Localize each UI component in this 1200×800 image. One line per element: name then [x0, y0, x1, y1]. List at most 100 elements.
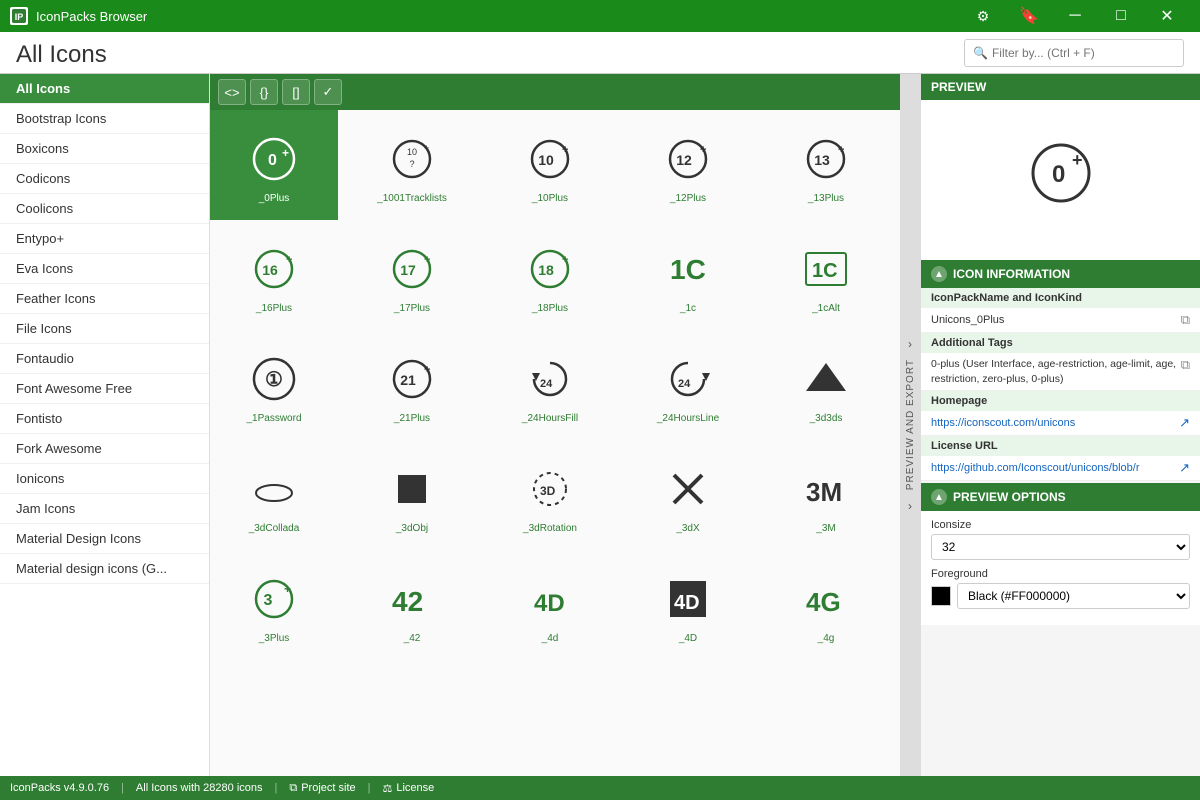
minimize-button[interactable]: ─	[1052, 0, 1098, 32]
icon-cell-3drotation[interactable]: 3D _3dRotation	[486, 440, 614, 550]
icon-cell-1password[interactable]: ① _1Password	[210, 330, 338, 440]
foreground-select[interactable]: Black (#FF000000)	[957, 583, 1190, 609]
sidebar-item-bootstrap[interactable]: Bootstrap Icons	[0, 104, 209, 134]
sidebar-item-all-icons[interactable]: All Icons	[0, 74, 209, 104]
svg-text:+: +	[838, 144, 844, 156]
sidebar-item-entypo[interactable]: Entypo+	[0, 224, 209, 254]
license-link[interactable]: ⚖ License	[383, 782, 435, 795]
icon-cell-4D[interactable]: 4D _4D	[624, 550, 752, 660]
toolbar-array-btn[interactable]: []	[282, 79, 310, 105]
copy-pack-name-btn[interactable]: ⧉	[1181, 312, 1190, 328]
sidebar-item-jam[interactable]: Jam Icons	[0, 494, 209, 524]
preview-title: PREVIEW	[931, 80, 986, 94]
icon-cell-42[interactable]: 42 _42	[348, 550, 476, 660]
preview-area: 0 +	[921, 100, 1200, 260]
icon-img-10plus: 10 +	[526, 131, 574, 187]
sidebar-item-file[interactable]: File Icons	[0, 314, 209, 344]
sidebar: All Icons Bootstrap Icons Boxicons Codic…	[0, 74, 210, 776]
close-button[interactable]: ✕	[1144, 0, 1190, 32]
icon-name-24hoursfill: _24HoursFill	[522, 413, 578, 424]
sidebar-item-codicons[interactable]: Codicons	[0, 164, 209, 194]
icon-name-3d3ds: _3d3ds	[810, 413, 843, 424]
bookmark-button[interactable]: 🔖	[1006, 0, 1052, 32]
icon-cell-4g[interactable]: 4G _4g	[762, 550, 890, 660]
icon-cell-24hoursfill[interactable]: 24 _24HoursFill	[486, 330, 614, 440]
svg-text:+: +	[282, 146, 289, 160]
svg-text:+: +	[562, 144, 568, 156]
icon-cell-4d[interactable]: 4D _4d	[486, 550, 614, 660]
icon-cell-10plus[interactable]: 10 + _10Plus	[486, 110, 614, 220]
sidebar-item-material[interactable]: Material Design Icons	[0, 524, 209, 554]
icon-grid: 0 + _0Plus 10 ? +	[210, 110, 900, 660]
svg-text:4D: 4D	[534, 590, 565, 617]
icon-info-header: ▲ ICON INFORMATION	[921, 260, 1200, 288]
tags-value: 0-plus (User Interface, age-restriction,…	[931, 357, 1177, 386]
sidebar-item-coolicons[interactable]: Coolicons	[0, 194, 209, 224]
icon-cell-3d3ds[interactable]: _3d3ds	[762, 330, 890, 440]
icon-count-text: All Icons with 28280 icons	[136, 782, 263, 794]
sidebar-item-fontaudio[interactable]: Fontaudio	[0, 344, 209, 374]
collapse-options-btn[interactable]: ▲	[931, 489, 947, 505]
settings-button[interactable]: ⚙	[960, 0, 1006, 32]
sidebar-item-fontisto[interactable]: Fontisto	[0, 404, 209, 434]
icon-img-16plus: 16 +	[250, 241, 298, 297]
license-label: License URL	[921, 436, 1200, 456]
foreground-color-swatch[interactable]	[931, 586, 951, 606]
copy-tags-btn[interactable]: ⧉	[1181, 357, 1190, 373]
sidebar-item-fontawesome[interactable]: Font Awesome Free	[0, 374, 209, 404]
collapse-info-btn[interactable]: ▲	[931, 266, 947, 282]
project-site-link[interactable]: ⧉ Project site	[289, 782, 355, 795]
svg-text:+: +	[424, 364, 430, 376]
version-text: IconPacks v4.9.0.76	[10, 782, 109, 794]
icon-img-3d3ds	[802, 351, 850, 407]
toolbar-code-btn[interactable]: <>	[218, 79, 246, 105]
icon-cell-17plus[interactable]: 17 + _17Plus	[348, 220, 476, 330]
iconsize-select[interactable]: 32 16 24 48 64 128	[931, 534, 1190, 560]
icon-cell-3dobj[interactable]: _3dObj	[348, 440, 476, 550]
sidebar-item-boxicons[interactable]: Boxicons	[0, 134, 209, 164]
icon-img-1c: 1C	[664, 241, 712, 297]
sidebar-item-ionicons[interactable]: Ionicons	[0, 464, 209, 494]
icon-cell-3m[interactable]: 3M _3M	[762, 440, 890, 550]
icon-cell-12plus[interactable]: 12 + _12Plus	[624, 110, 752, 220]
svg-text:24: 24	[678, 378, 691, 390]
sidebar-item-feather[interactable]: Feather Icons	[0, 284, 209, 314]
icon-cell-3dcollada[interactable]: _3dCollada	[210, 440, 338, 550]
icon-name-16plus: _16Plus	[256, 303, 292, 314]
search-icon: 🔍	[973, 46, 988, 60]
icon-cell-18plus[interactable]: 18 + _18Plus	[486, 220, 614, 330]
toolbar-json-btn[interactable]: {}	[250, 79, 278, 105]
icon-cell-1001tracklists[interactable]: 10 ? + _1001Tracklists	[348, 110, 476, 220]
page-header: All Icons 🔍	[0, 32, 1200, 74]
icon-img-3dx	[664, 461, 712, 517]
icon-img-13plus: 13 +	[802, 131, 850, 187]
sidebar-item-material-g[interactable]: Material design icons (G...	[0, 554, 209, 584]
open-license-btn[interactable]: ↗	[1179, 460, 1190, 476]
icon-toolbar: <> {} [] ✓	[210, 74, 900, 110]
search-input[interactable]	[992, 46, 1175, 60]
chevron-right-icon-2: ›	[908, 499, 912, 513]
sidebar-item-eva[interactable]: Eva Icons	[0, 254, 209, 284]
icon-cell-0plus[interactable]: 0 + _0Plus	[210, 110, 338, 220]
icon-name-0plus: _0Plus	[259, 193, 290, 204]
toolbar-check-btn[interactable]: ✓	[314, 79, 342, 105]
icon-name-3dcollada: _3dCollada	[249, 523, 300, 534]
icon-cell-24hoursline[interactable]: 24 _24HoursLine	[624, 330, 752, 440]
svg-text:21: 21	[400, 372, 416, 388]
icon-grid-container[interactable]: 0 + _0Plus 10 ? +	[210, 110, 900, 776]
expand-panel[interactable]: › PREVIEW AND EXPORT ›	[900, 74, 920, 776]
svg-text:24: 24	[540, 378, 553, 390]
icon-cell-3dx[interactable]: _3dX	[624, 440, 752, 550]
icon-cell-16plus[interactable]: 16 + _16Plus	[210, 220, 338, 330]
icon-cell-13plus[interactable]: 13 + _13Plus	[762, 110, 890, 220]
sidebar-item-forkawesome[interactable]: Fork Awesome	[0, 434, 209, 464]
icon-cell-21plus[interactable]: 21 + _21Plus	[348, 330, 476, 440]
icon-cell-1calt[interactable]: 1C _1cAlt	[762, 220, 890, 330]
icon-img-3dobj	[388, 461, 436, 517]
icon-cell-1c[interactable]: 1C _1c	[624, 220, 752, 330]
maximize-button[interactable]: □	[1098, 0, 1144, 32]
open-homepage-btn[interactable]: ↗	[1179, 415, 1190, 431]
icon-img-3drotation: 3D	[526, 461, 574, 517]
icon-cell-3plus[interactable]: 3 + _3Plus	[210, 550, 338, 660]
homepage-label: Homepage	[921, 391, 1200, 411]
